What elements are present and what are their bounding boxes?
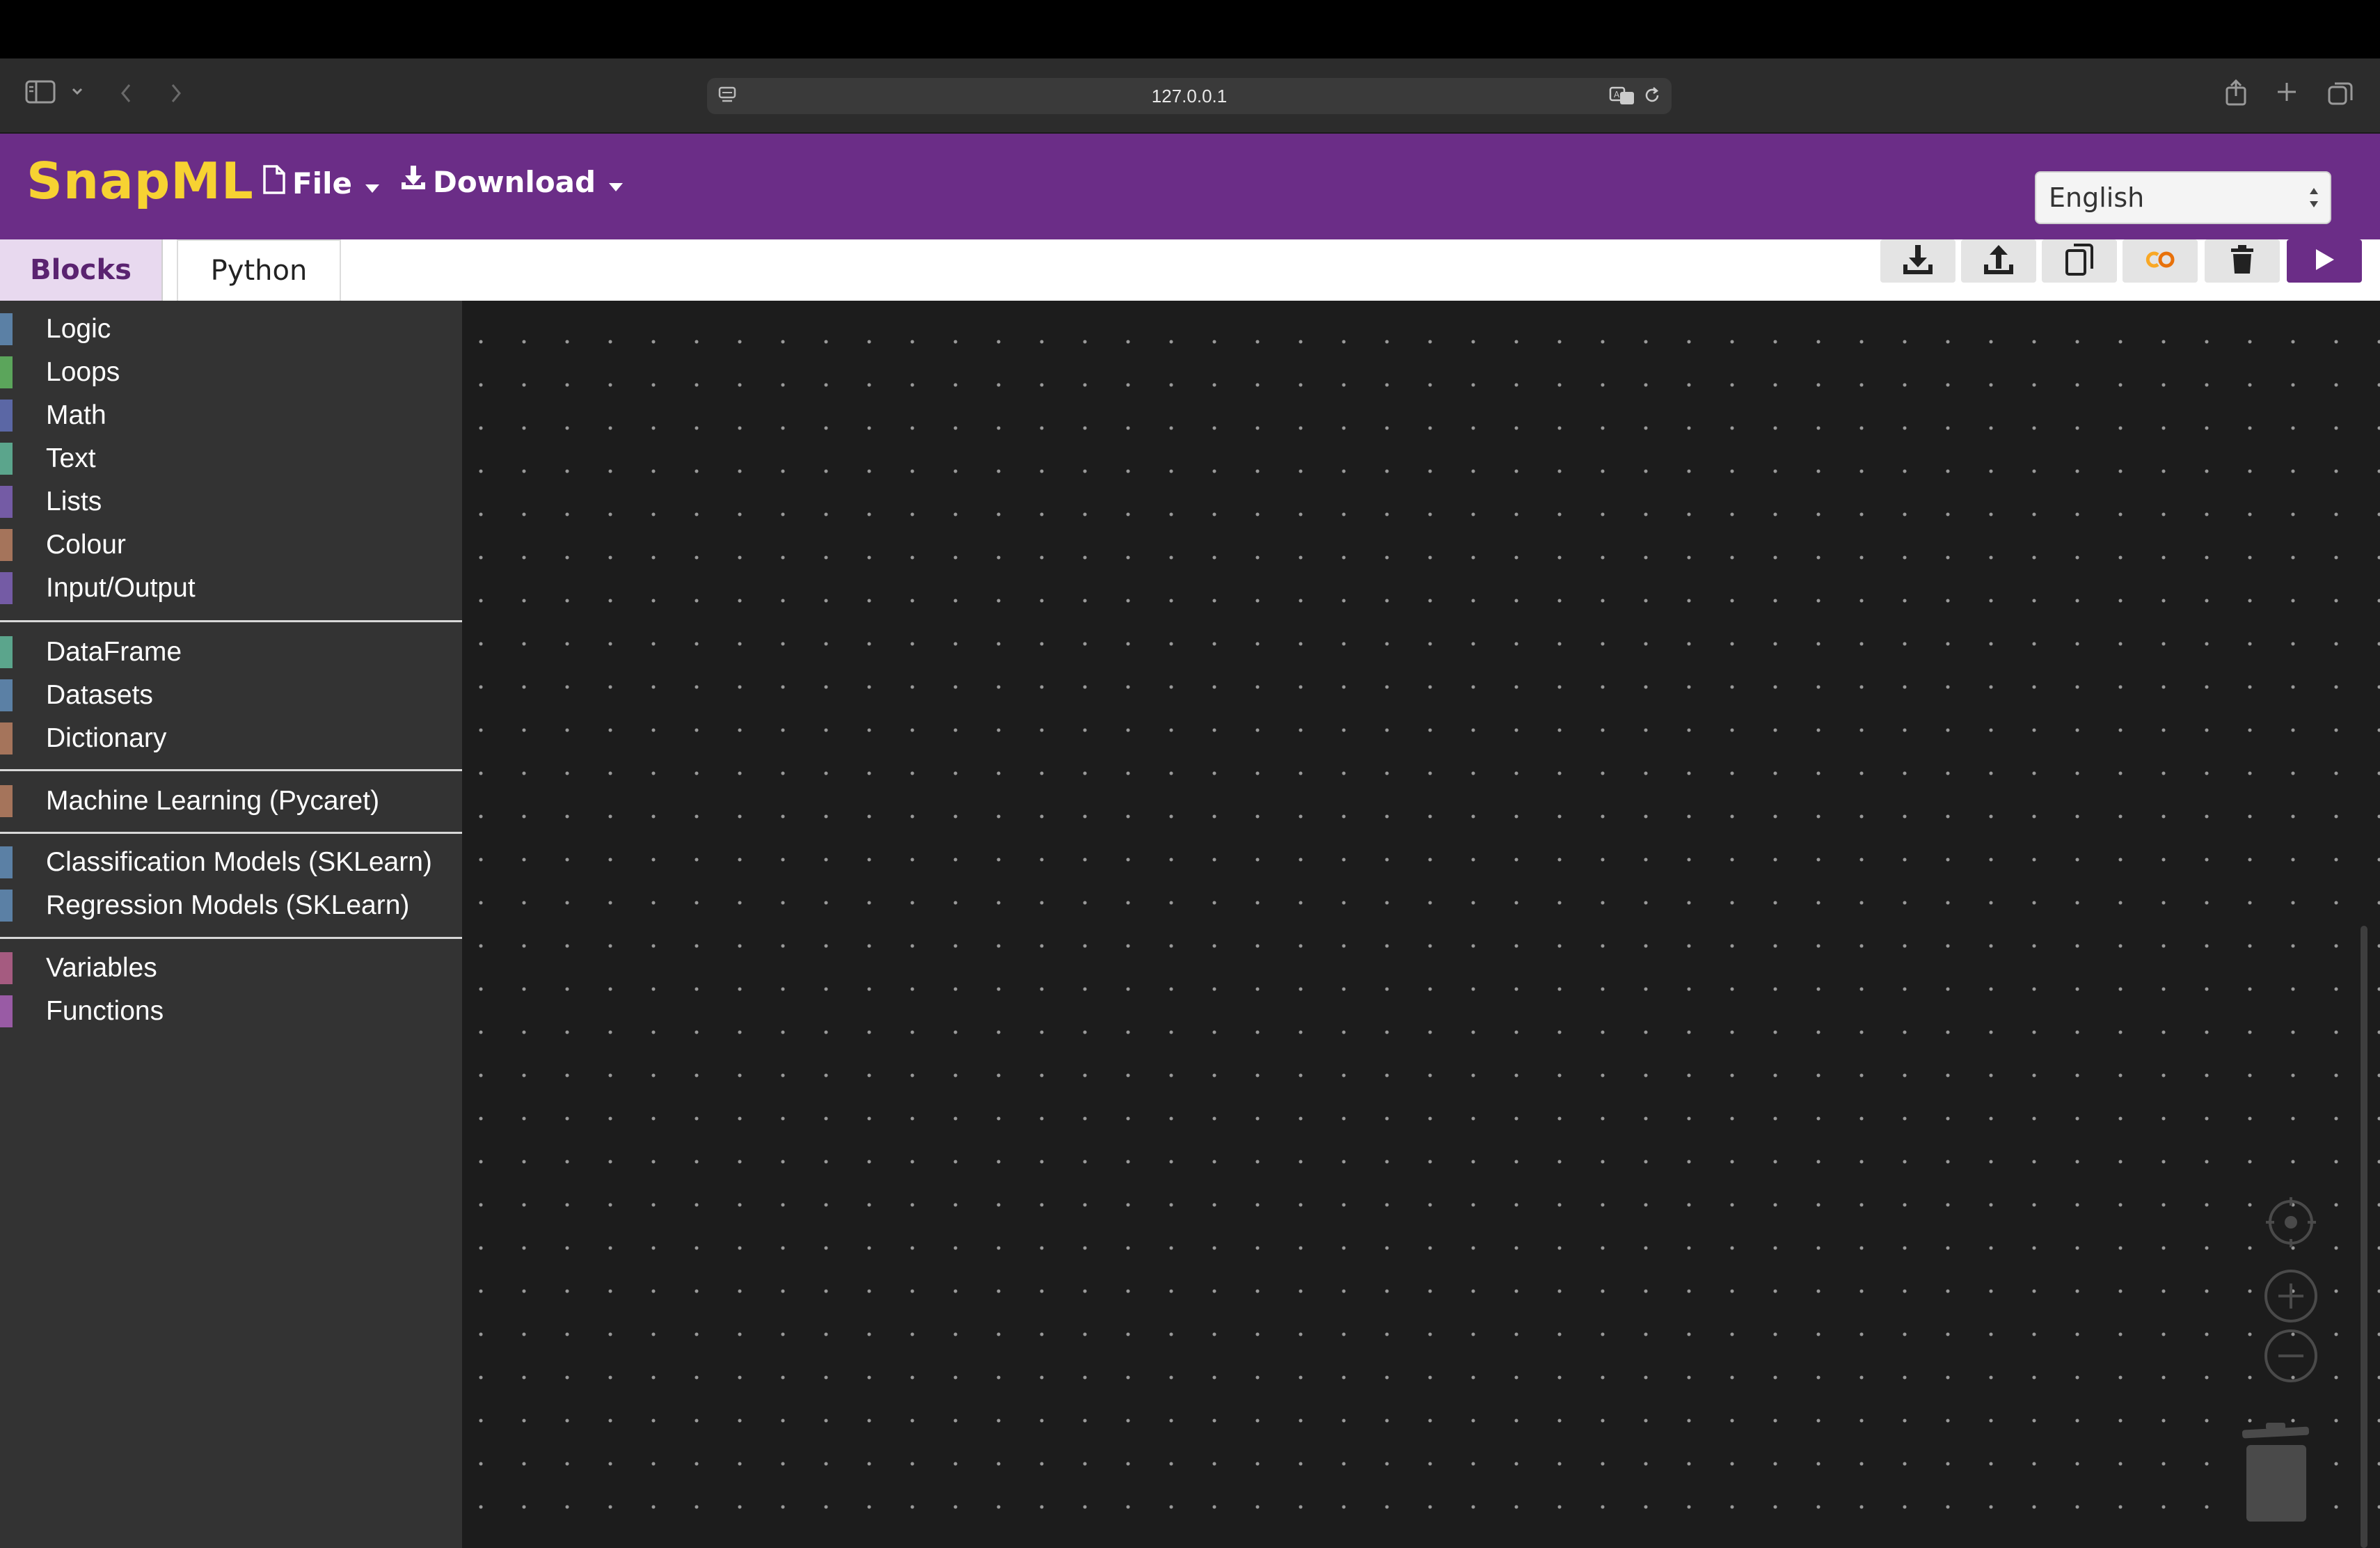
category-variables[interactable]: Variables — [0, 947, 462, 990]
translate-icon[interactable]: A — [1609, 85, 1635, 111]
category-color-swatch — [0, 679, 13, 711]
chevron-down-icon — [365, 166, 380, 200]
category-separator — [0, 832, 462, 834]
app-header: SnapML File Download English — [0, 134, 2380, 239]
category-color-swatch — [0, 952, 13, 984]
category-color-swatch — [0, 486, 13, 518]
category-loops[interactable]: Loops — [0, 351, 462, 394]
save-download-button[interactable] — [1880, 239, 1955, 283]
file-menu-label: File — [292, 166, 352, 200]
copy-icon — [2064, 242, 2095, 281]
tab-overview-icon[interactable] — [2327, 81, 2354, 106]
category-label: Regression Models (SKLearn) — [46, 890, 410, 920]
category-label: Functions — [46, 996, 164, 1026]
category-label: Colour — [46, 530, 126, 560]
category-label: Lists — [46, 487, 102, 516]
copy-button[interactable] — [2042, 239, 2117, 283]
back-icon[interactable] — [118, 82, 134, 104]
category-dictionary[interactable]: Dictionary — [0, 717, 462, 760]
category-color-swatch — [0, 400, 13, 432]
category-label: Machine Learning (Pycaret) — [46, 786, 380, 816]
category-label: Datasets — [46, 680, 153, 710]
category-label: Loops — [46, 357, 120, 387]
category-separator — [0, 769, 462, 771]
url-text: 127.0.0.1 — [1151, 85, 1228, 106]
category-logic[interactable]: Logic — [0, 308, 462, 351]
forward-icon[interactable] — [168, 82, 184, 104]
select-arrows-icon — [2308, 182, 2320, 219]
category-color-swatch — [0, 443, 13, 475]
category-separator — [0, 620, 462, 622]
address-bar[interactable]: 127.0.0.1 A — [707, 78, 1672, 114]
category-color-swatch — [0, 636, 13, 668]
browser-toolbar: 127.0.0.1 A — [0, 58, 2380, 134]
chevron-down-icon — [608, 165, 624, 199]
category-label: Input/Output — [46, 573, 196, 603]
colab-icon — [2141, 249, 2179, 274]
tab-python[interactable]: Python — [177, 239, 341, 301]
trash-icon — [2230, 244, 2255, 278]
category-label: Dictionary — [46, 723, 167, 753]
category-color-swatch — [0, 722, 13, 755]
svg-text:A: A — [1614, 90, 1620, 100]
category-color-swatch — [0, 785, 13, 817]
category-color-swatch — [0, 890, 13, 922]
category-label: Classification Models (SKLearn) — [46, 847, 432, 877]
download-icon — [1901, 242, 1935, 281]
category-text[interactable]: Text — [0, 437, 462, 480]
category-color-swatch — [0, 529, 13, 561]
category-datasets[interactable]: Datasets — [0, 674, 462, 717]
page-settings-icon[interactable] — [717, 85, 738, 111]
chevron-down-icon[interactable] — [71, 86, 84, 96]
category-input-output[interactable]: Input/Output — [0, 567, 462, 610]
category-machine-learning-pycaret[interactable]: Machine Learning (Pycaret) — [0, 780, 462, 823]
brand-logo[interactable]: SnapML — [26, 152, 254, 210]
reload-icon[interactable] — [1642, 85, 1662, 111]
language-select[interactable]: English — [2035, 171, 2331, 224]
open-in-colab-button[interactable] — [2123, 239, 2198, 283]
category-regression-models[interactable]: Regression Models (SKLearn) — [0, 884, 462, 927]
blocks-workspace[interactable] — [462, 301, 2380, 1548]
zoom-out-icon[interactable] — [2263, 1328, 2319, 1384]
workspace-scrollbar[interactable] — [2361, 926, 2367, 1548]
category-lists[interactable]: Lists — [0, 480, 462, 523]
upload-icon — [1981, 242, 2016, 281]
category-dataframe[interactable]: DataFrame — [0, 631, 462, 674]
file-menu[interactable]: File — [262, 164, 380, 202]
tab-blocks[interactable]: Blocks — [0, 239, 163, 301]
category-color-swatch — [0, 846, 13, 878]
category-label: DataFrame — [46, 637, 182, 667]
share-icon[interactable] — [2224, 78, 2248, 107]
category-color-swatch — [0, 313, 13, 345]
category-math[interactable]: Math — [0, 394, 462, 437]
file-icon — [262, 164, 287, 202]
category-label: Logic — [46, 314, 111, 344]
recenter-icon[interactable] — [2264, 1196, 2317, 1249]
play-icon — [2312, 247, 2337, 276]
category-classification-models[interactable]: Classification Models (SKLearn) — [0, 841, 462, 884]
upload-button[interactable] — [1961, 239, 2036, 283]
category-label: Text — [46, 443, 96, 473]
editor-tabs-bar: Blocks Python — [0, 239, 2380, 301]
delete-button[interactable] — [2205, 239, 2280, 283]
category-color-swatch — [0, 995, 13, 1027]
category-color-swatch — [0, 356, 13, 388]
download-menu[interactable]: Download — [399, 164, 624, 199]
category-functions[interactable]: Functions — [0, 990, 462, 1033]
block-category-sidebar: Logic Loops Math Text Lists Colour Input… — [0, 301, 462, 1548]
download-icon — [399, 164, 427, 199]
window-top-bar — [0, 0, 2380, 58]
language-select-value: English — [2049, 182, 2145, 213]
new-tab-icon[interactable] — [2276, 81, 2298, 103]
category-label: Variables — [46, 953, 157, 983]
category-color-swatch — [0, 572, 13, 604]
run-button[interactable] — [2287, 239, 2362, 283]
category-separator — [0, 937, 462, 939]
category-label: Math — [46, 400, 106, 430]
download-menu-label: Download — [433, 164, 596, 199]
sidebar-toggle-icon[interactable] — [25, 79, 56, 104]
workspace-trash-icon[interactable] — [2238, 1423, 2315, 1524]
zoom-in-icon[interactable] — [2263, 1268, 2319, 1324]
category-colour[interactable]: Colour — [0, 523, 462, 567]
